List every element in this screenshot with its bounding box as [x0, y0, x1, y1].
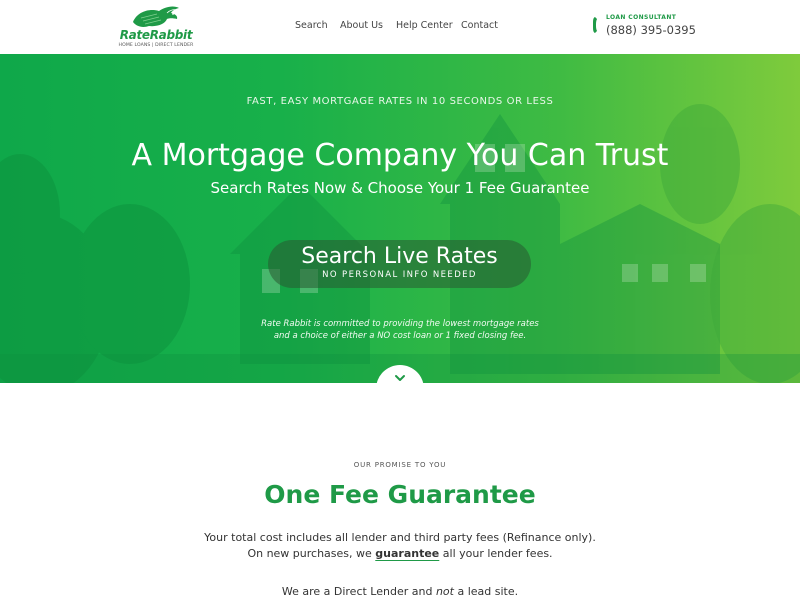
emphasis-text: not — [435, 585, 454, 598]
promise-description: Your total cost includes all lender and … — [0, 530, 800, 562]
promise-text-segment: all your lender fees. — [439, 547, 553, 560]
hero-note: Rate Rabbit is committed to providing th… — [0, 318, 800, 342]
hero-title: A Mortgage Company You Can Trust — [131, 138, 669, 173]
nav-item-search[interactable]: Search — [295, 20, 328, 31]
promise-text-segment: On new purchases, we — [247, 547, 376, 560]
hero-tagline: FAST, EASY MORTGAGE RATES IN 10 SECONDS … — [246, 96, 554, 107]
loan-consultant-contact[interactable]: LOAN CONSULTANT (888) 395-0395 — [592, 12, 702, 42]
brand-tagline: HOME LOANS | DIRECT LENDER — [118, 43, 194, 48]
hero-banner: FAST, EASY MORTGAGE RATES IN 10 SECONDS … — [0, 54, 800, 383]
hero-note-line: Rate Rabbit is committed to providing th… — [261, 319, 539, 329]
hero-subtitle: Search Rates Now & Choose Your 1 Fee Gua… — [210, 179, 590, 197]
nav-item-about-us[interactable]: About Us — [340, 20, 383, 31]
promise-line: Your total cost includes all lender and … — [204, 531, 596, 544]
promise-line: On new purchases, we guarantee all your … — [0, 546, 800, 562]
site-header: RateRabbit HOME LOANS | DIRECT LENDER Se… — [0, 0, 800, 54]
section-eyebrow: OUR PROMISE TO YOU — [353, 461, 447, 469]
scroll-down-button[interactable] — [376, 365, 424, 413]
phone-icon — [593, 17, 597, 33]
promise-text-segment: We are a Direct Lender and — [281, 585, 436, 598]
hero-note-line: and a choice of either a NO cost loan or… — [273, 331, 527, 341]
section-title: One Fee Guarantee — [264, 480, 536, 509]
nav-item-help-center[interactable]: Help Center — [396, 20, 453, 31]
direct-lender-statement: We are a Direct Lender and not a lead si… — [0, 585, 800, 598]
nav-item-contact[interactable]: Contact — [461, 20, 498, 31]
cta-sublabel: NO PERSONAL INFO NEEDED — [322, 270, 477, 280]
promise-text-segment: a lead site. — [453, 585, 519, 598]
search-live-rates-button[interactable]: Search Live Rates NO PERSONAL INFO NEEDE… — [268, 240, 531, 288]
chevron-down-icon — [395, 375, 405, 381]
consultant-phone[interactable]: (888) 395-0395 — [606, 23, 696, 37]
consultant-label: LOAN CONSULTANT — [606, 14, 677, 21]
cta-label: Search Live Rates — [301, 244, 498, 269]
guarantee-link[interactable]: guarantee — [375, 547, 439, 560]
